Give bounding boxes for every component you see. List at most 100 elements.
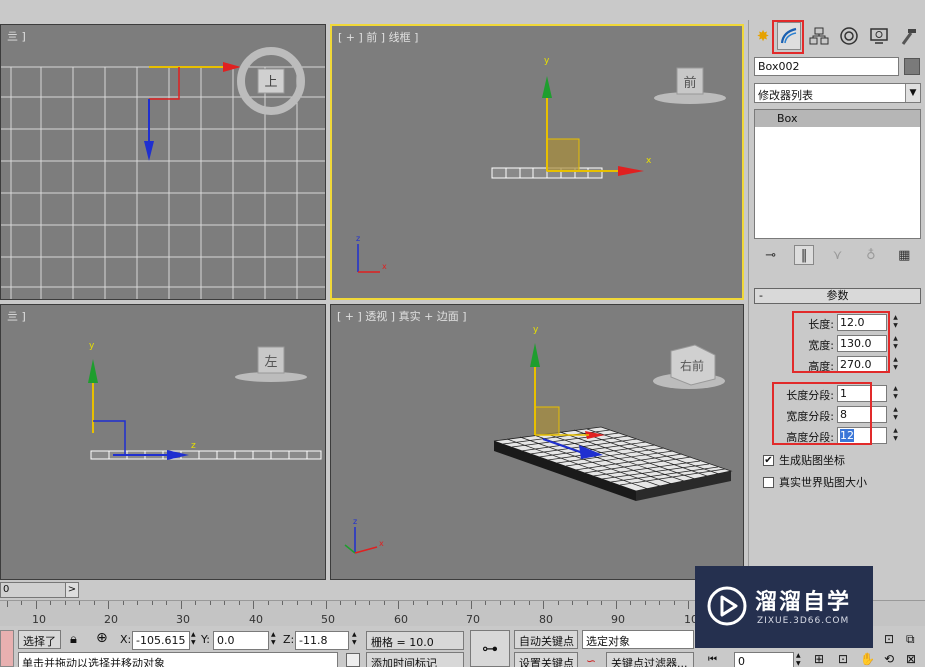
- remove-modifier-icon[interactable]: ♁: [861, 245, 881, 265]
- display-tab[interactable]: [867, 22, 891, 50]
- pan-icon[interactable]: ✋: [860, 652, 875, 666]
- left-viewport-scene: [88, 346, 322, 460]
- zoom-region-icon[interactable]: ⊡: [838, 652, 848, 666]
- y-coord-label: Y:: [201, 633, 210, 646]
- object-name-field[interactable]: Box002: [754, 57, 899, 76]
- go-to-start-icon[interactable]: ⏮: [708, 654, 717, 665]
- orbit-icon[interactable]: ⟲: [884, 652, 894, 666]
- left-viewport-label[interactable]: 亖 ]: [7, 308, 26, 324]
- x-coord-spinner[interactable]: ▲ ▼: [191, 631, 196, 647]
- watermark: 溜溜自学 ZIXUE.3D66.COM: [695, 566, 873, 648]
- top-viewport-scene: [1, 47, 325, 299]
- front-tripod-z-label: z: [356, 234, 361, 243]
- chevron-down-icon[interactable]: ▼: [905, 84, 920, 102]
- real-world-label: 真实世界贴图大小: [779, 476, 867, 489]
- real-world-checkbox[interactable]: 真实世界贴图大小: [763, 474, 867, 490]
- absolute-mode-icon[interactable]: ⊕: [96, 630, 108, 646]
- top-viewcube-label[interactable]: 上: [261, 71, 281, 90]
- set-key-button[interactable]: 设置关键点: [514, 652, 578, 667]
- front-axis-y-label: y: [544, 56, 550, 66]
- object-color-swatch[interactable]: [904, 58, 920, 75]
- hierarchy-tab[interactable]: [807, 22, 831, 50]
- persp-tripod-x-label: x: [379, 539, 384, 548]
- motion-tab[interactable]: [837, 22, 861, 50]
- tick-label: 20: [104, 613, 118, 626]
- parameters-rollout-header[interactable]: - 参数: [754, 288, 921, 304]
- front-axis-x-label: x: [646, 156, 652, 166]
- width-spinner[interactable]: ▲ ▼: [891, 335, 900, 352]
- show-end-result-icon[interactable]: ‖: [794, 245, 815, 265]
- zoom-extents-icon[interactable]: ⊡: [884, 632, 894, 646]
- height-segs-spinner[interactable]: ▲ ▼: [891, 427, 900, 444]
- checkmark-icon: ✔: [763, 454, 774, 466]
- key-mode-icon[interactable]: ∽: [586, 654, 596, 667]
- front-tripod-x-label: x: [382, 262, 387, 271]
- y-coord-input[interactable]: 0.0: [213, 631, 269, 650]
- time-tag-icon[interactable]: [346, 653, 360, 667]
- gen-mapping-checkbox[interactable]: ✔ 生成贴图坐标: [763, 452, 845, 468]
- watermark-url: ZIXUE.3D66.COM: [757, 616, 850, 626]
- add-time-tag-button[interactable]: 添加时间标记: [366, 652, 464, 667]
- tick-label: 50: [321, 613, 335, 626]
- perspective-viewport[interactable]: [ + ] 透视 ] 真实 + 边面 ] 右前 y z x: [330, 304, 744, 580]
- modifier-list-label: 修改器列表: [758, 89, 813, 102]
- maxscript-listener-strip[interactable]: [0, 630, 14, 667]
- stack-item-box[interactable]: Box: [755, 110, 920, 127]
- stack-toolbar: ⊸ ‖ ⋎ ♁ ▦: [754, 242, 921, 268]
- utilities-tab[interactable]: [897, 22, 921, 50]
- front-viewport-scene: [357, 67, 726, 273]
- selection-set-dropdown[interactable]: 选定对象: [582, 630, 694, 649]
- make-unique-icon[interactable]: ⋎: [827, 245, 847, 265]
- rollout-collapse-toggle[interactable]: -: [759, 289, 763, 303]
- length-spinner[interactable]: ▲ ▼: [891, 314, 900, 331]
- set-key-mode-button[interactable]: ⊶: [470, 630, 510, 667]
- front-viewport[interactable]: [ + ] 前 ] 线框 ] 前 y x z x: [330, 24, 744, 300]
- size-params-highlight: [792, 311, 890, 373]
- maximize-viewport-icon[interactable]: ⊠: [906, 652, 916, 666]
- tick-label: 80: [539, 613, 553, 626]
- left-viewcube-label[interactable]: 左: [261, 351, 281, 370]
- max-app-window: 亖 ] 上 [+] 前] 线框] 前 y x z x 亖] 左 y z…: [0, 0, 925, 667]
- frame-spinner[interactable]: ▲ ▼: [796, 652, 801, 667]
- top-viewport[interactable]: 亖 ] 上: [0, 24, 326, 300]
- height-spinner[interactable]: ▲ ▼: [891, 356, 900, 373]
- prompt-line: 单击并拖动以选择并移动对象: [18, 652, 338, 667]
- selection-count: 选择了: [18, 630, 61, 649]
- lock-icon[interactable]: 🔒︎: [70, 632, 77, 647]
- time-slider-next[interactable]: >: [65, 582, 79, 598]
- y-coord-spinner[interactable]: ▲ ▼: [271, 631, 276, 647]
- modifier-stack[interactable]: Box: [754, 109, 921, 239]
- modifier-list-dropdown[interactable]: 修改器列表 ▼: [754, 83, 921, 103]
- x-coord-input[interactable]: -105.615: [132, 631, 190, 650]
- current-frame-input[interactable]: 0: [734, 652, 794, 667]
- left-viewport[interactable]: 亖 ] 左 y z: [0, 304, 326, 580]
- segment-params-highlight: [772, 382, 872, 445]
- display-icon: [870, 28, 888, 44]
- left-axis-y-label: y: [89, 341, 95, 351]
- time-slider[interactable]: 0 >: [0, 582, 79, 598]
- z-coord-spinner[interactable]: ▲ ▼: [352, 631, 357, 647]
- width-segs-spinner[interactable]: ▲ ▼: [891, 406, 900, 423]
- perspective-viewport-label[interactable]: [ + ] 透视 ] 真实 + 边面 ]: [337, 308, 467, 324]
- pin-stack-icon[interactable]: ⊸: [761, 245, 781, 265]
- persp-tripod-z-label: z: [353, 517, 358, 526]
- top-viewport-label[interactable]: 亖 ]: [7, 28, 26, 44]
- z-coord-input[interactable]: -11.8: [295, 631, 349, 650]
- perspective-viewcube-label[interactable]: 右前: [674, 357, 710, 374]
- front-viewcube-label[interactable]: 前: [680, 72, 700, 91]
- left-axis-z-label: z: [191, 441, 196, 451]
- grid-size-display: 栅格 = 10.0: [366, 631, 464, 650]
- auto-key-button[interactable]: 自动关键点: [514, 630, 578, 649]
- tick-label: 70: [466, 613, 480, 626]
- perspective-viewport-scene: [344, 343, 733, 554]
- key-icon: ⊶: [482, 639, 498, 658]
- time-config-icon[interactable]: ⊞: [814, 652, 824, 666]
- motion-icon: [840, 27, 858, 45]
- front-viewport-label[interactable]: [ + ] 前 ] 线框 ]: [338, 29, 418, 45]
- x-coord-label: X:: [120, 633, 132, 646]
- key-filters-button[interactable]: 关键点过滤器...: [606, 652, 694, 667]
- star-icon: ✸: [756, 27, 770, 45]
- configure-sets-icon[interactable]: ▦: [894, 245, 914, 265]
- length-segs-spinner[interactable]: ▲ ▼: [891, 385, 900, 402]
- field-of-view-icon[interactable]: ⧉: [906, 632, 915, 647]
